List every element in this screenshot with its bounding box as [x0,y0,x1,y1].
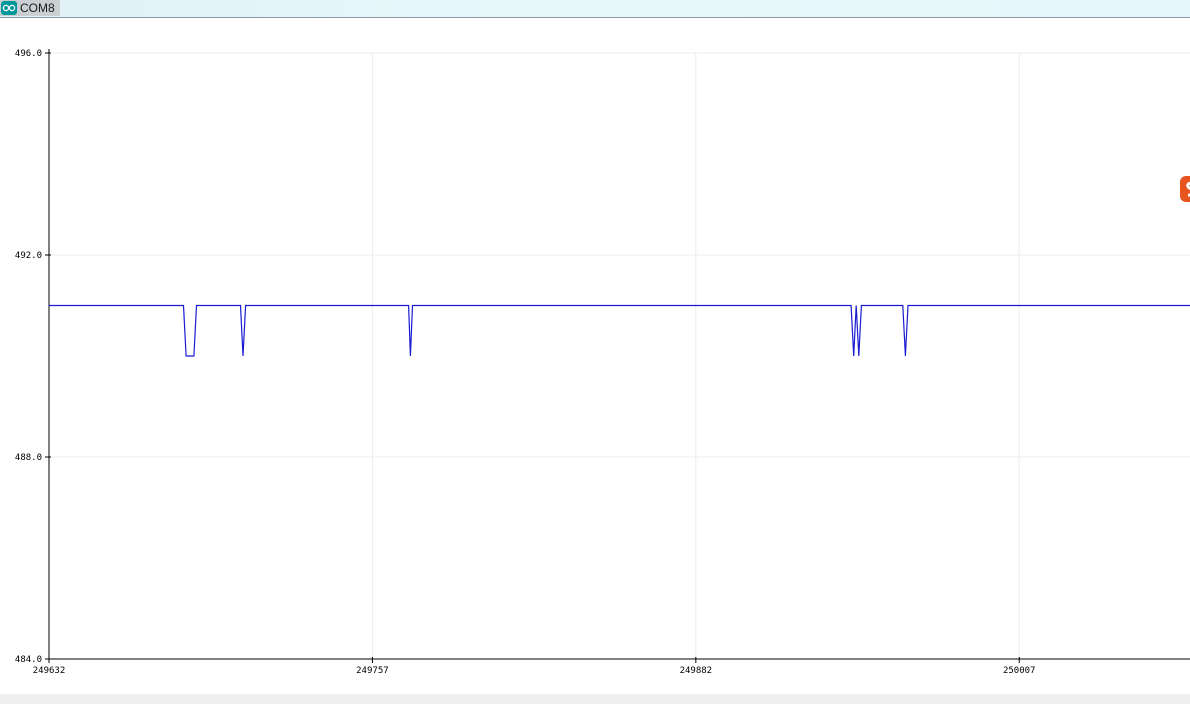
x-tick-label: 250007 [1003,666,1036,676]
plot-grid [48,52,1190,660]
y-tick-label: 496.0 [15,49,42,59]
plot-ticks: 484.0 488.0 492.0 496.0 249632 249757 249882 25… [15,49,1036,676]
x-tick-label: 249757 [356,666,389,676]
serial-plot: 484.0 488.0 492.0 496.0 249632 249757 249882 25… [15,49,1190,676]
y-tick-label: 488.0 [15,453,42,463]
x-tick-label: 249632 [33,666,66,676]
y-tick-label: 484.0 [15,655,42,665]
orange-s-badge-icon[interactable] [1178,174,1190,204]
x-tick-label: 249882 [680,666,713,676]
status-footer [0,694,1190,704]
y-tick-label: 492.0 [15,251,42,261]
